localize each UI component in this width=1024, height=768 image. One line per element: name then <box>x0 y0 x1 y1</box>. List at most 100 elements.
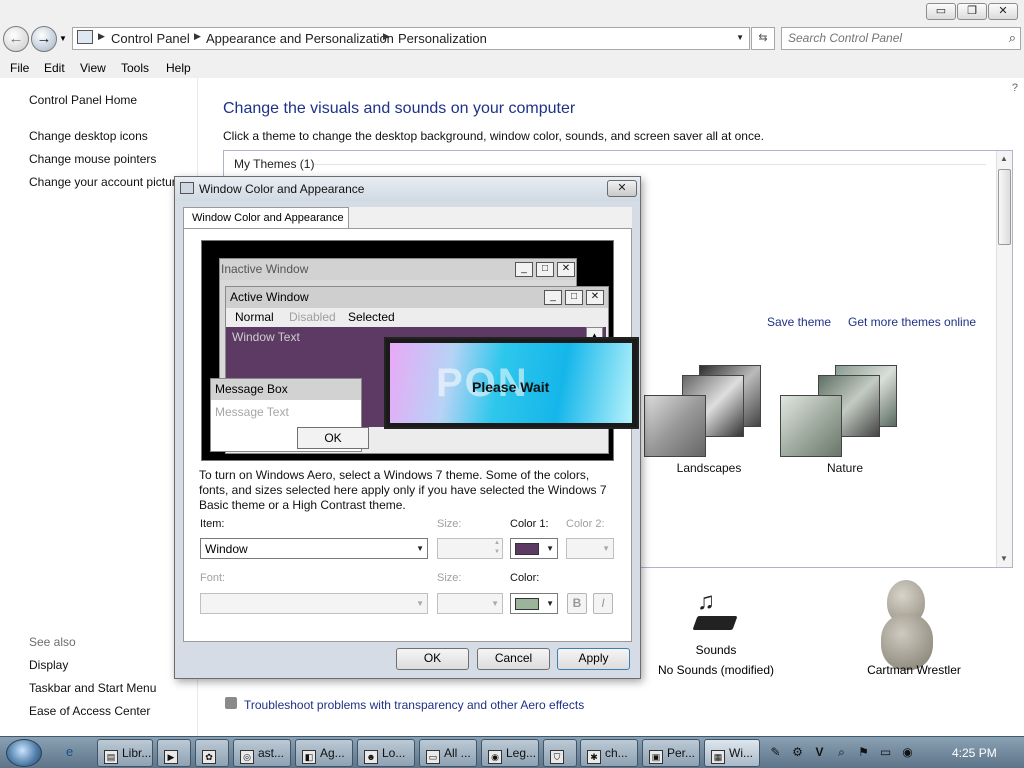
tray-flag-icon[interactable]: ⚑ <box>856 745 871 760</box>
forward-arrow-icon: → <box>36 30 52 47</box>
internet-explorer-icon[interactable]: e <box>66 744 73 759</box>
menu-view[interactable]: View <box>80 61 106 75</box>
tray-network-icon[interactable]: ▭ <box>878 745 893 760</box>
change-account-picture-link[interactable]: Change your account picture <box>29 175 182 189</box>
item-size-stepper[interactable]: ▲ ▼ <box>437 538 503 559</box>
theme-name-landscapes[interactable]: Landscapes <box>644 461 774 475</box>
address-field[interactable]: ▶ Control Panel ▶ Appearance and Persona… <box>72 27 750 50</box>
preview-active-titlebar[interactable]: Active Window _ □ ✕ <box>226 287 608 308</box>
tab-window-color[interactable]: Window Color and Appearance <box>183 207 349 229</box>
tray-app-icon[interactable]: ✎ <box>768 745 783 760</box>
taskbar-item[interactable]: ▣ Per... <box>642 739 700 767</box>
preview-inactive-titlebar[interactable]: Inactive Window _ □ ✕ <box>220 259 576 280</box>
menu-edit[interactable]: Edit <box>44 61 65 75</box>
address-dropdown-icon[interactable]: ▼ <box>736 33 744 42</box>
scroll-down-icon[interactable]: ▼ <box>1000 554 1008 563</box>
preview-menu-normal[interactable]: Normal <box>235 310 274 324</box>
taskbar-item-active[interactable]: ▦ Wi... <box>704 739 760 767</box>
tray-v-icon[interactable]: V <box>812 745 827 760</box>
font-size-label: Size: <box>437 572 462 584</box>
breadcrumb-control-panel[interactable]: Control Panel <box>111 31 190 46</box>
close-button[interactable]: ✕ <box>988 3 1018 20</box>
control-panel-home-link[interactable]: Control Panel Home <box>29 93 137 107</box>
tray-app-icon[interactable]: ⚙ <box>790 745 805 760</box>
preview-menu-disabled[interactable]: Disabled <box>289 310 336 324</box>
scroll-up-icon[interactable]: ▲ <box>1000 154 1008 163</box>
spin-down-icon[interactable]: ▼ <box>494 549 500 555</box>
search-box[interactable]: ⌕ <box>781 27 1021 50</box>
item-select[interactable]: Window ▼ <box>200 538 428 559</box>
taskbar-item[interactable]: ◉ Leg... <box>481 739 539 767</box>
taskbar-item[interactable]: ◎ ast... <box>233 739 291 767</box>
my-themes-heading: My Themes (1) <box>234 157 315 171</box>
tray-volume-icon[interactable]: ◉ <box>900 745 915 760</box>
taskbar-item[interactable]: ▤ Libr... <box>97 739 153 767</box>
splash-artwork: PON Please Wait <box>390 343 632 423</box>
help-icon[interactable]: ? <box>1012 82 1018 94</box>
screensaver-label[interactable]: Cartman Wrestler <box>829 663 999 677</box>
minimize-button[interactable]: ▭ <box>926 3 956 20</box>
clock[interactable]: 4:25 PM <box>952 746 997 760</box>
dropdown-arrow-icon: ▼ <box>416 599 424 608</box>
back-button[interactable]: ← <box>3 26 29 52</box>
restore-button[interactable]: ❐ <box>957 3 987 20</box>
breadcrumb-personalization[interactable]: Personalization <box>398 31 487 46</box>
section-divider <box>314 164 986 165</box>
screensaver-button[interactable] <box>869 574 949 674</box>
taskbar-item[interactable]: ◧ Ag... <box>295 739 353 767</box>
bold-button[interactable]: B <box>567 593 587 614</box>
spin-up-icon[interactable]: ▲ <box>494 540 500 546</box>
breadcrumb-separator-icon[interactable]: ▶ <box>194 31 201 42</box>
sounds-value[interactable]: No Sounds (modified) <box>641 663 791 677</box>
refresh-button[interactable]: ⇆ <box>751 27 775 50</box>
search-input[interactable] <box>788 31 988 45</box>
start-button[interactable] <box>6 739 42 767</box>
search-icon[interactable]: ⌕ <box>1009 30 1016 46</box>
ease-of-access-link[interactable]: Ease of Access Center <box>29 704 150 718</box>
save-theme-link[interactable]: Save theme <box>767 315 831 329</box>
sounds-button[interactable]: ♫ <box>691 588 741 636</box>
theme-name-nature[interactable]: Nature <box>780 461 910 475</box>
taskbar-item[interactable]: ✿ <box>195 739 229 767</box>
preview-ok-button[interactable]: OK <box>297 427 369 449</box>
font-color-picker[interactable]: ▼ <box>510 593 558 614</box>
get-more-themes-link[interactable]: Get more themes online <box>848 315 976 329</box>
breadcrumb-separator-icon[interactable]: ▶ <box>98 31 105 42</box>
taskbar-start-menu-link[interactable]: Taskbar and Start Menu <box>29 681 156 695</box>
font-size-select[interactable]: ▼ <box>437 593 503 614</box>
recent-pages-dropdown-icon[interactable]: ▼ <box>59 34 67 43</box>
cancel-button[interactable]: Cancel <box>477 648 550 670</box>
menu-help[interactable]: Help <box>166 61 191 75</box>
taskbar-item[interactable]: ☻ Lo... <box>357 739 415 767</box>
theme-list-scrollbar[interactable]: ▲ ▼ <box>996 151 1012 567</box>
preview-menu-selected[interactable]: Selected <box>348 310 395 324</box>
taskbar-item[interactable]: ▶ <box>157 739 191 767</box>
menu-tools[interactable]: Tools <box>121 61 149 75</box>
breadcrumb-separator-icon[interactable]: ▶ <box>383 31 390 42</box>
ok-button[interactable]: OK <box>396 648 469 670</box>
italic-button[interactable]: I <box>593 593 613 614</box>
menu-file[interactable]: File <box>10 61 29 75</box>
taskbar-item[interactable]: ▭ All ... <box>419 739 477 767</box>
breadcrumb-appearance[interactable]: Appearance and Personalization <box>206 31 394 46</box>
sounds-label[interactable]: Sounds <box>666 643 766 657</box>
preview-message-box[interactable]: Message Box Message Text OK <box>210 378 369 452</box>
taskbar-item[interactable]: ⛉ <box>543 739 577 767</box>
tray-search-icon[interactable]: ⌕ <box>834 745 849 760</box>
troubleshoot-link[interactable]: Troubleshoot problems with transparency … <box>244 698 584 712</box>
dialog-close-button[interactable]: ✕ <box>607 180 637 197</box>
color2-picker[interactable]: ▼ <box>566 538 614 559</box>
library-icon: ▤ <box>104 750 118 764</box>
scrollbar-thumb[interactable] <box>998 169 1011 245</box>
color1-picker[interactable]: ▼ <box>510 538 558 559</box>
taskbar-item[interactable]: ✱ ch... <box>580 739 638 767</box>
forward-button[interactable]: → <box>31 26 57 52</box>
change-mouse-pointers-link[interactable]: Change mouse pointers <box>29 152 156 166</box>
preview-menu-bar: Normal Disabled Selected <box>226 308 608 327</box>
change-desktop-icons-link[interactable]: Change desktop icons <box>29 129 148 143</box>
theme-nature[interactable] <box>780 365 910 460</box>
theme-landscapes[interactable] <box>644 365 774 460</box>
font-select[interactable]: ▼ <box>200 593 428 614</box>
apply-button[interactable]: Apply <box>557 648 630 670</box>
display-link[interactable]: Display <box>29 658 68 672</box>
